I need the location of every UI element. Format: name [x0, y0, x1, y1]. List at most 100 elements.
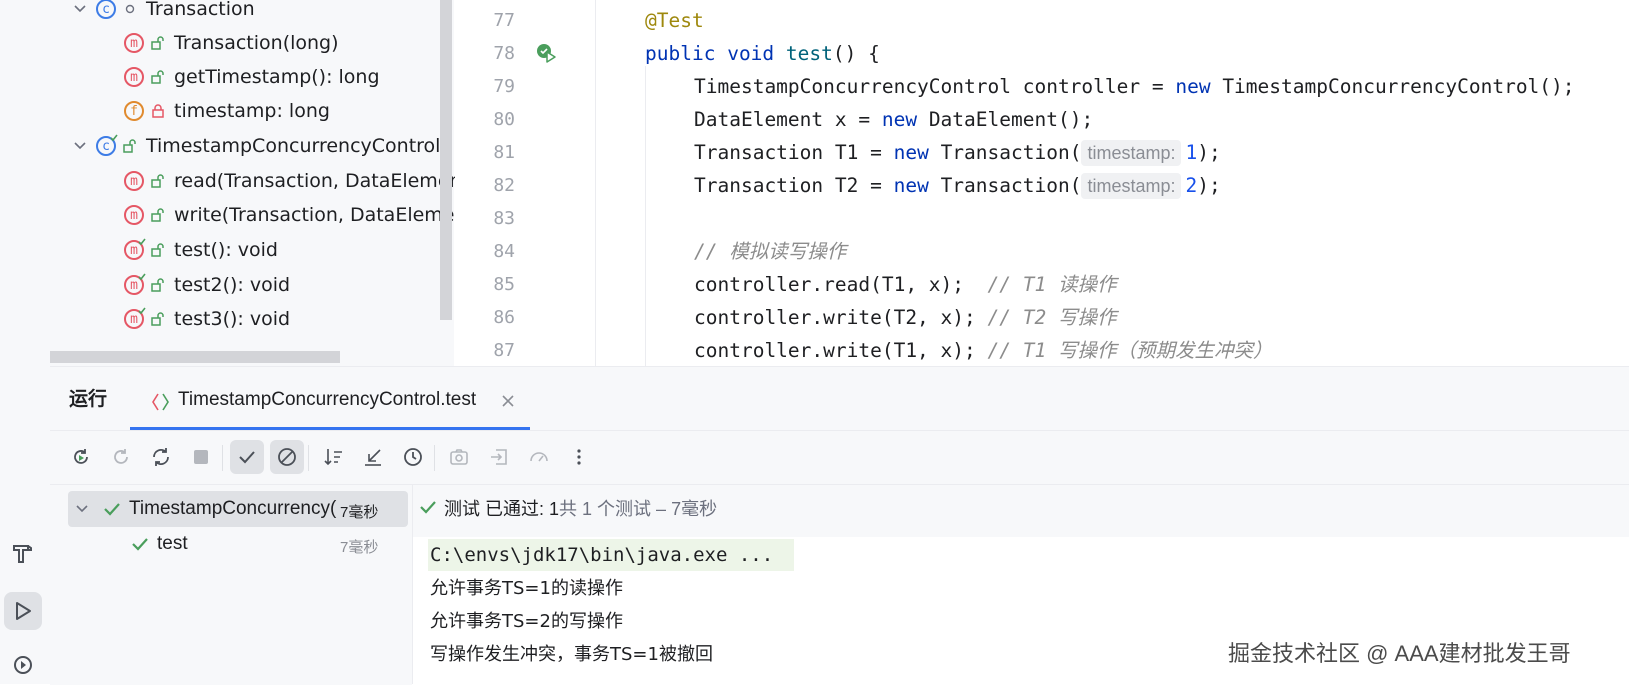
structure-item-test[interactable]: m test(): void [124, 235, 278, 265]
chevron-down-icon[interactable] [70, 136, 90, 156]
structure-item-transaction-class[interactable]: c Transaction [70, 0, 255, 24]
structure-item-label: Transaction [146, 0, 255, 20]
more-options-icon[interactable] [562, 440, 596, 474]
rerun-icon[interactable] [64, 440, 98, 474]
method-icon: m [124, 205, 144, 225]
show-passed-icon[interactable] [230, 440, 264, 474]
code-line-78: public void test() { [645, 37, 880, 70]
structure-item-test2[interactable]: m test2(): void [124, 270, 290, 300]
private-lock-icon [150, 103, 166, 119]
test-method-name: test [157, 533, 188, 554]
structure-item-label: test3(): void [174, 308, 291, 330]
code-line-79: TimestampConcurrencyControl controller =… [694, 70, 1575, 103]
keyword-token: new [893, 141, 929, 164]
code-token: Transaction( [928, 174, 1082, 197]
build-hammer-icon[interactable] [4, 535, 42, 573]
history-clock-icon[interactable] [396, 440, 430, 474]
public-lock-open-icon [150, 35, 166, 51]
class-icon: c [96, 0, 116, 19]
toolbar-separator [308, 445, 309, 471]
passed-check-icon [418, 497, 438, 517]
code-token: controller.read(T1, x); [694, 273, 988, 296]
line-number: 87 [493, 340, 515, 361]
watermark: 掘金技术社区 @ AAA建材批发王哥 [1228, 641, 1571, 666]
test-method-icon: m [124, 238, 146, 260]
structure-item-timestamp-field[interactable]: f timestamp: long [124, 96, 330, 126]
structure-item-label: Transaction(long) [174, 32, 339, 54]
keyword-token: new [1175, 75, 1211, 98]
run-tab-label: TimestampConcurrencyControl.test [178, 389, 477, 410]
test-class-name: TimestampConcurrency( [129, 498, 337, 519]
comment-token: // 模拟读写操作 [694, 240, 847, 263]
test-method-icon: m [124, 273, 146, 295]
passed-check-icon [102, 499, 122, 519]
structure-vertical-scrollbar[interactable] [440, 0, 452, 320]
public-lock-open-icon [150, 69, 166, 85]
console-command-line[interactable]: C:\envs\jdk17\bin\java.exe ... [430, 539, 773, 571]
gutter-divider [595, 0, 596, 366]
camera-icon[interactable] [442, 440, 476, 474]
parameter-hint: timestamp: [1081, 140, 1182, 166]
line-number: 77 [493, 10, 515, 31]
keyword-token: void [727, 42, 775, 65]
structure-item-label: TimestampConcurrencyControl [146, 135, 441, 157]
test-status-text: 测试 已通过: 1共 1 个测试 – 7毫秒 [444, 495, 717, 521]
code-line-85: controller.read(T1, x); // T1 读操作 [694, 268, 1116, 301]
structure-item-label: getTimestamp(): long [174, 66, 380, 88]
public-lock-open-icon [150, 173, 166, 189]
stop-icon[interactable] [184, 440, 218, 474]
code-token: DataElement x = [694, 108, 882, 131]
chevron-down-icon[interactable] [75, 501, 91, 517]
services-icon[interactable] [4, 646, 42, 684]
code-line-80: DataElement x = new DataElement(); [694, 103, 1093, 136]
structure-item-get-timestamp[interactable]: m getTimestamp(): long [124, 62, 380, 92]
method-icon: m [124, 171, 144, 191]
comment-token: // T2 写操作 [987, 306, 1117, 329]
show-ignored-icon[interactable] [270, 440, 304, 474]
structure-item-write[interactable]: m write(Transaction, DataElement) [124, 200, 481, 230]
status-count: 1 [549, 499, 560, 519]
collapse-all-icon[interactable] [356, 440, 390, 474]
line-number: 82 [493, 175, 515, 196]
comment-token: // T1 写操作（预期发生冲突） [987, 339, 1273, 362]
close-tab-icon[interactable] [499, 392, 517, 410]
rerun-failed-icon[interactable] [104, 440, 138, 474]
chevron-down-icon[interactable] [70, 0, 90, 19]
code-token: ); [1197, 174, 1221, 197]
code-token: () { [832, 42, 880, 65]
structure-item-test3[interactable]: m test3(): void [124, 304, 290, 334]
line-number: 80 [493, 109, 515, 130]
code-token: TimestampConcurrencyControl(); [1210, 75, 1575, 98]
coverage-gauge-icon[interactable] [522, 440, 556, 474]
run-tool-icon[interactable] [4, 592, 42, 630]
annotation-token: @Test [645, 9, 704, 32]
line-number: 84 [493, 241, 515, 262]
method-icon: m [124, 67, 144, 87]
code-line-81: Transaction T1 = new Transaction(timesta… [694, 136, 1221, 169]
run-toolbar [50, 430, 1629, 485]
code-token: DataElement(); [917, 108, 1094, 131]
method-icon: m [124, 33, 144, 53]
test-method-icon: m [124, 307, 146, 329]
structure-horizontal-scrollbar[interactable] [50, 351, 340, 363]
status-label: 测试 已通过: [444, 499, 545, 519]
structure-item-label: timestamp: long [174, 100, 330, 122]
code-token: controller.write(T1, x); [694, 339, 988, 362]
structure-item-label: write(Transaction, DataElement) [174, 204, 482, 226]
structure-item-transaction-constructor[interactable]: m Transaction(long) [124, 28, 339, 58]
line-number: 78 [493, 43, 515, 64]
comment-token: // T1 读操作 [987, 273, 1117, 296]
run-test-gutter-icon[interactable] [535, 42, 557, 64]
code-token: controller.write(T2, x); [694, 306, 988, 329]
toggle-auto-test-icon[interactable] [144, 440, 178, 474]
sort-icon[interactable] [316, 440, 350, 474]
public-lock-open-icon [122, 138, 138, 154]
import-icon[interactable] [482, 440, 516, 474]
public-lock-open-icon [150, 311, 166, 327]
run-window-title: 运行 [69, 389, 108, 410]
package-private-icon [122, 1, 138, 17]
structure-item-read[interactable]: m read(Transaction, DataElement) [124, 166, 476, 196]
code-token: TimestampConcurrencyControl controller = [694, 75, 1176, 98]
structure-item-timestamp-cc-class[interactable]: c TimestampConcurrencyControl [70, 131, 440, 161]
public-lock-open-icon [150, 277, 166, 293]
